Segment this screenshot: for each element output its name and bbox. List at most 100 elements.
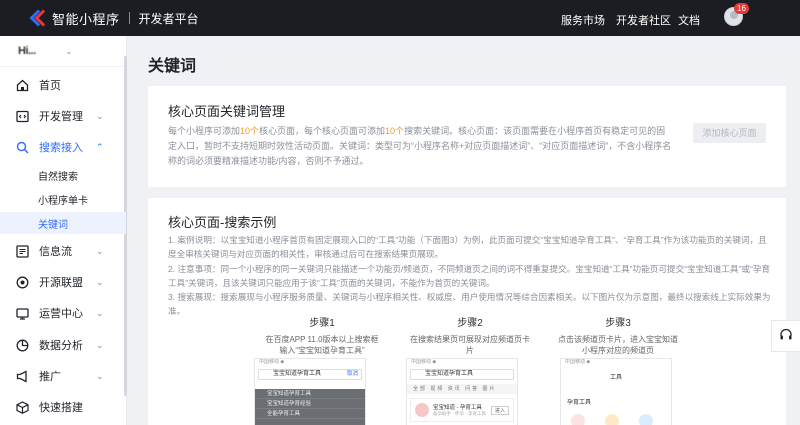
phone-cancel: 取消: [346, 371, 358, 377]
sidebar-item-operation[interactable]: 运营中心 ⌄: [0, 300, 126, 326]
desc-text: 每个小程序可添加: [168, 126, 241, 136]
phone-suggestion-list: 宝宝知道孕育工具 宝宝知道孕育经验 全能孕育工具: [255, 389, 365, 425]
phone-result-tabs: 全部 视频 资讯 问答 图片: [407, 384, 517, 394]
sidebar-item-label: 搜索接入: [39, 142, 83, 154]
sidebar-item-search[interactable]: 搜索接入 ⌃: [0, 134, 126, 160]
sidebar-item-label: 信息流: [39, 246, 72, 258]
result-subtitle: 备孕助手 · 怀孕 · 孕育工具: [433, 411, 486, 416]
brand-logo-icon: [32, 11, 46, 25]
search-example-card: 核心页面-搜索示例 1. 案例说明：以宝宝知道小程序首页有固定展现入口的“工具”…: [148, 198, 786, 425]
chevron-down-icon: ⌄: [96, 245, 104, 256]
brand-divider: [128, 12, 130, 24]
card-title: 核心页面-搜索示例: [168, 215, 277, 230]
tool-icon: [605, 414, 619, 425]
sidebar-item-label: 首页: [39, 80, 61, 92]
megaphone-icon: [16, 369, 29, 383]
feed-icon: [16, 244, 29, 258]
result-title: 宝宝知道 - 孕育工具: [433, 405, 482, 411]
chevron-down-icon: ⌄: [65, 46, 73, 56]
alliance-icon: [16, 276, 29, 289]
brand-logo[interactable]: 智能小程序 开发者平台: [32, 9, 199, 28]
sidebar-item-dev[interactable]: 开发管理 ⌄: [0, 103, 126, 129]
phone-status-bar: 中国移动 ◆: [565, 359, 591, 365]
notification-badge[interactable]: 16: [734, 3, 749, 14]
sidebar-subitem-label: 小程序单卡: [38, 195, 88, 207]
sidebar-item-home[interactable]: 首页: [0, 72, 126, 98]
sidebar-subitem-label: 关键词: [38, 219, 68, 231]
customer-service-button[interactable]: [771, 320, 800, 352]
account-name: Hi...: [18, 45, 36, 57]
sidebar: Hi... ⌄ 首页 开发管理 ⌄ 搜索接入 ⌃ 自然搜索 小程序单卡 关键词: [0, 36, 127, 425]
desc-highlight: 10个: [385, 126, 405, 136]
phone-search-query: 宝宝知道孕育工具: [425, 371, 474, 377]
sidebar-item-label: 开发管理: [39, 111, 83, 123]
chevron-up-icon: ⌃: [96, 141, 104, 152]
sidebar-subitem-natural-search[interactable]: 自然搜索: [0, 164, 126, 186]
headset-icon: [779, 328, 793, 345]
phone-page-title: 工具: [609, 375, 622, 381]
sidebar-item-label: 开源联盟: [39, 277, 83, 289]
desc-highlight: 10个: [240, 126, 260, 136]
card-description: 每个小程序可添加10个核心页面，每个核心页面可添加10个搜索关键词。核心页面：该…: [168, 124, 673, 169]
phone-status-bar: 中国移动 ◆: [259, 359, 285, 365]
sidebar-item-label: 运营中心: [39, 308, 83, 320]
chevron-down-icon: ⌄: [96, 307, 104, 318]
chevron-down-icon: ⌄: [96, 110, 104, 121]
result-enter-button: 进入: [490, 406, 509, 415]
home-icon: [16, 79, 29, 92]
step-desc: 在百度APP 11.0版本以上搜索框输入“宝宝知道孕育工具”: [265, 335, 379, 355]
sidebar-subitem-keywords[interactable]: 关键词: [0, 212, 126, 234]
phone-suggestion: 全能孕育工具: [255, 409, 365, 419]
code-icon: [16, 110, 29, 123]
tool-icon: [639, 414, 653, 425]
phone-section-title: 孕育工具: [567, 400, 592, 406]
sidebar-item-label: 数据分析: [39, 340, 83, 352]
sidebar-subitem-single-card[interactable]: 小程序单卡: [0, 188, 126, 210]
operation-icon: [16, 307, 29, 320]
desc-text: 核心页面，每个核心页面可添加: [259, 126, 386, 136]
sidebar-item-label: 快速搭建: [39, 402, 83, 414]
phone-search-box: 宝宝知道孕育工具: [410, 369, 514, 380]
sidebar-subitem-label: 自然搜索: [38, 171, 78, 183]
nav-service-market[interactable]: 服务市场: [561, 12, 605, 28]
account-switcher[interactable]: Hi... ⌄: [0, 36, 126, 66]
tool-icon: [571, 414, 585, 425]
phone-suggestion: 宝宝知道孕育经验: [255, 399, 365, 409]
search-icon: [16, 141, 29, 154]
phone-tool-icons: [561, 414, 671, 425]
example-notes: 1. 案例说明：以宝宝知道小程序首页有固定展现入口的“工具”功能（下面图3）为例…: [168, 233, 773, 319]
phone-mock-step-3: 中国移动 ◆ 工具 孕育工具: [560, 358, 672, 425]
chevron-down-icon: ⌄: [96, 276, 104, 287]
nav-developer-community[interactable]: 开发者社区: [616, 12, 671, 28]
phone-mock-step-2: 中国移动 ◆ 宝宝知道孕育工具 全部 视频 资讯 问答 图片 宝宝知道 - 孕育…: [406, 358, 518, 425]
sidebar-item-quick-build[interactable]: 快速搭建: [0, 394, 126, 420]
note-case: 1. 案例说明：以宝宝知道小程序首页有固定展现入口的“工具”功能（下面图3）为例…: [168, 235, 767, 260]
nav-docs[interactable]: 文档: [678, 12, 700, 28]
core-page-keyword-card: 核心页面关键词管理 每个小程序可添加10个核心页面，每个核心页面可添加10个搜索…: [148, 86, 786, 187]
result-avatar: [415, 403, 429, 417]
brand-name: 智能小程序: [52, 11, 120, 27]
sidebar-item-analytics[interactable]: 数据分析 ⌄: [0, 332, 126, 358]
chevron-down-icon: ⌄: [96, 370, 104, 381]
card-title: 核心页面关键词管理: [168, 104, 286, 119]
step-1: 步骤1 在百度APP 11.0版本以上搜索框输入“宝宝知道孕育工具”: [262, 314, 382, 356]
page-title: 关键词: [148, 58, 197, 75]
divider: [0, 66, 126, 67]
phone-search-query: 宝宝知道孕育工具: [273, 371, 322, 377]
step-title: 步骤3: [605, 318, 631, 329]
step-2: 步骤2 在搜索结果页可展现对应频道页卡片: [410, 314, 530, 356]
step-title: 步骤2: [457, 318, 483, 329]
sidebar-item-feed[interactable]: 信息流 ⌄: [0, 238, 126, 264]
sidebar-item-promotion[interactable]: 推广 ⌄: [0, 363, 126, 389]
phone-suggestion: 宝宝知道孕育工具: [255, 389, 365, 399]
cube-icon: [16, 400, 29, 414]
analytics-icon: [16, 339, 29, 352]
step-desc: 在搜索结果页可展现对应频道页卡片: [410, 335, 530, 355]
step-desc: 点击该频道页卡片，进入宝宝知道小程序对应的频道页: [558, 335, 678, 355]
add-core-page-button[interactable]: 添加核心页面: [693, 123, 766, 143]
note-caution: 2. 注意事项：同一个小程序的同一关键词只能描述一个功能页/频道页，不同频道页之…: [168, 263, 771, 288]
sidebar-item-alliance[interactable]: 开源联盟 ⌄: [0, 269, 126, 295]
phone-search-box: 宝宝知道孕育工具 取消: [258, 369, 362, 380]
top-bar: 智能小程序 开发者平台 服务市场 开发者社区 文档: [0, 0, 800, 36]
step-3: 步骤3 点击该频道页卡片，进入宝宝知道小程序对应的频道页: [558, 314, 678, 356]
